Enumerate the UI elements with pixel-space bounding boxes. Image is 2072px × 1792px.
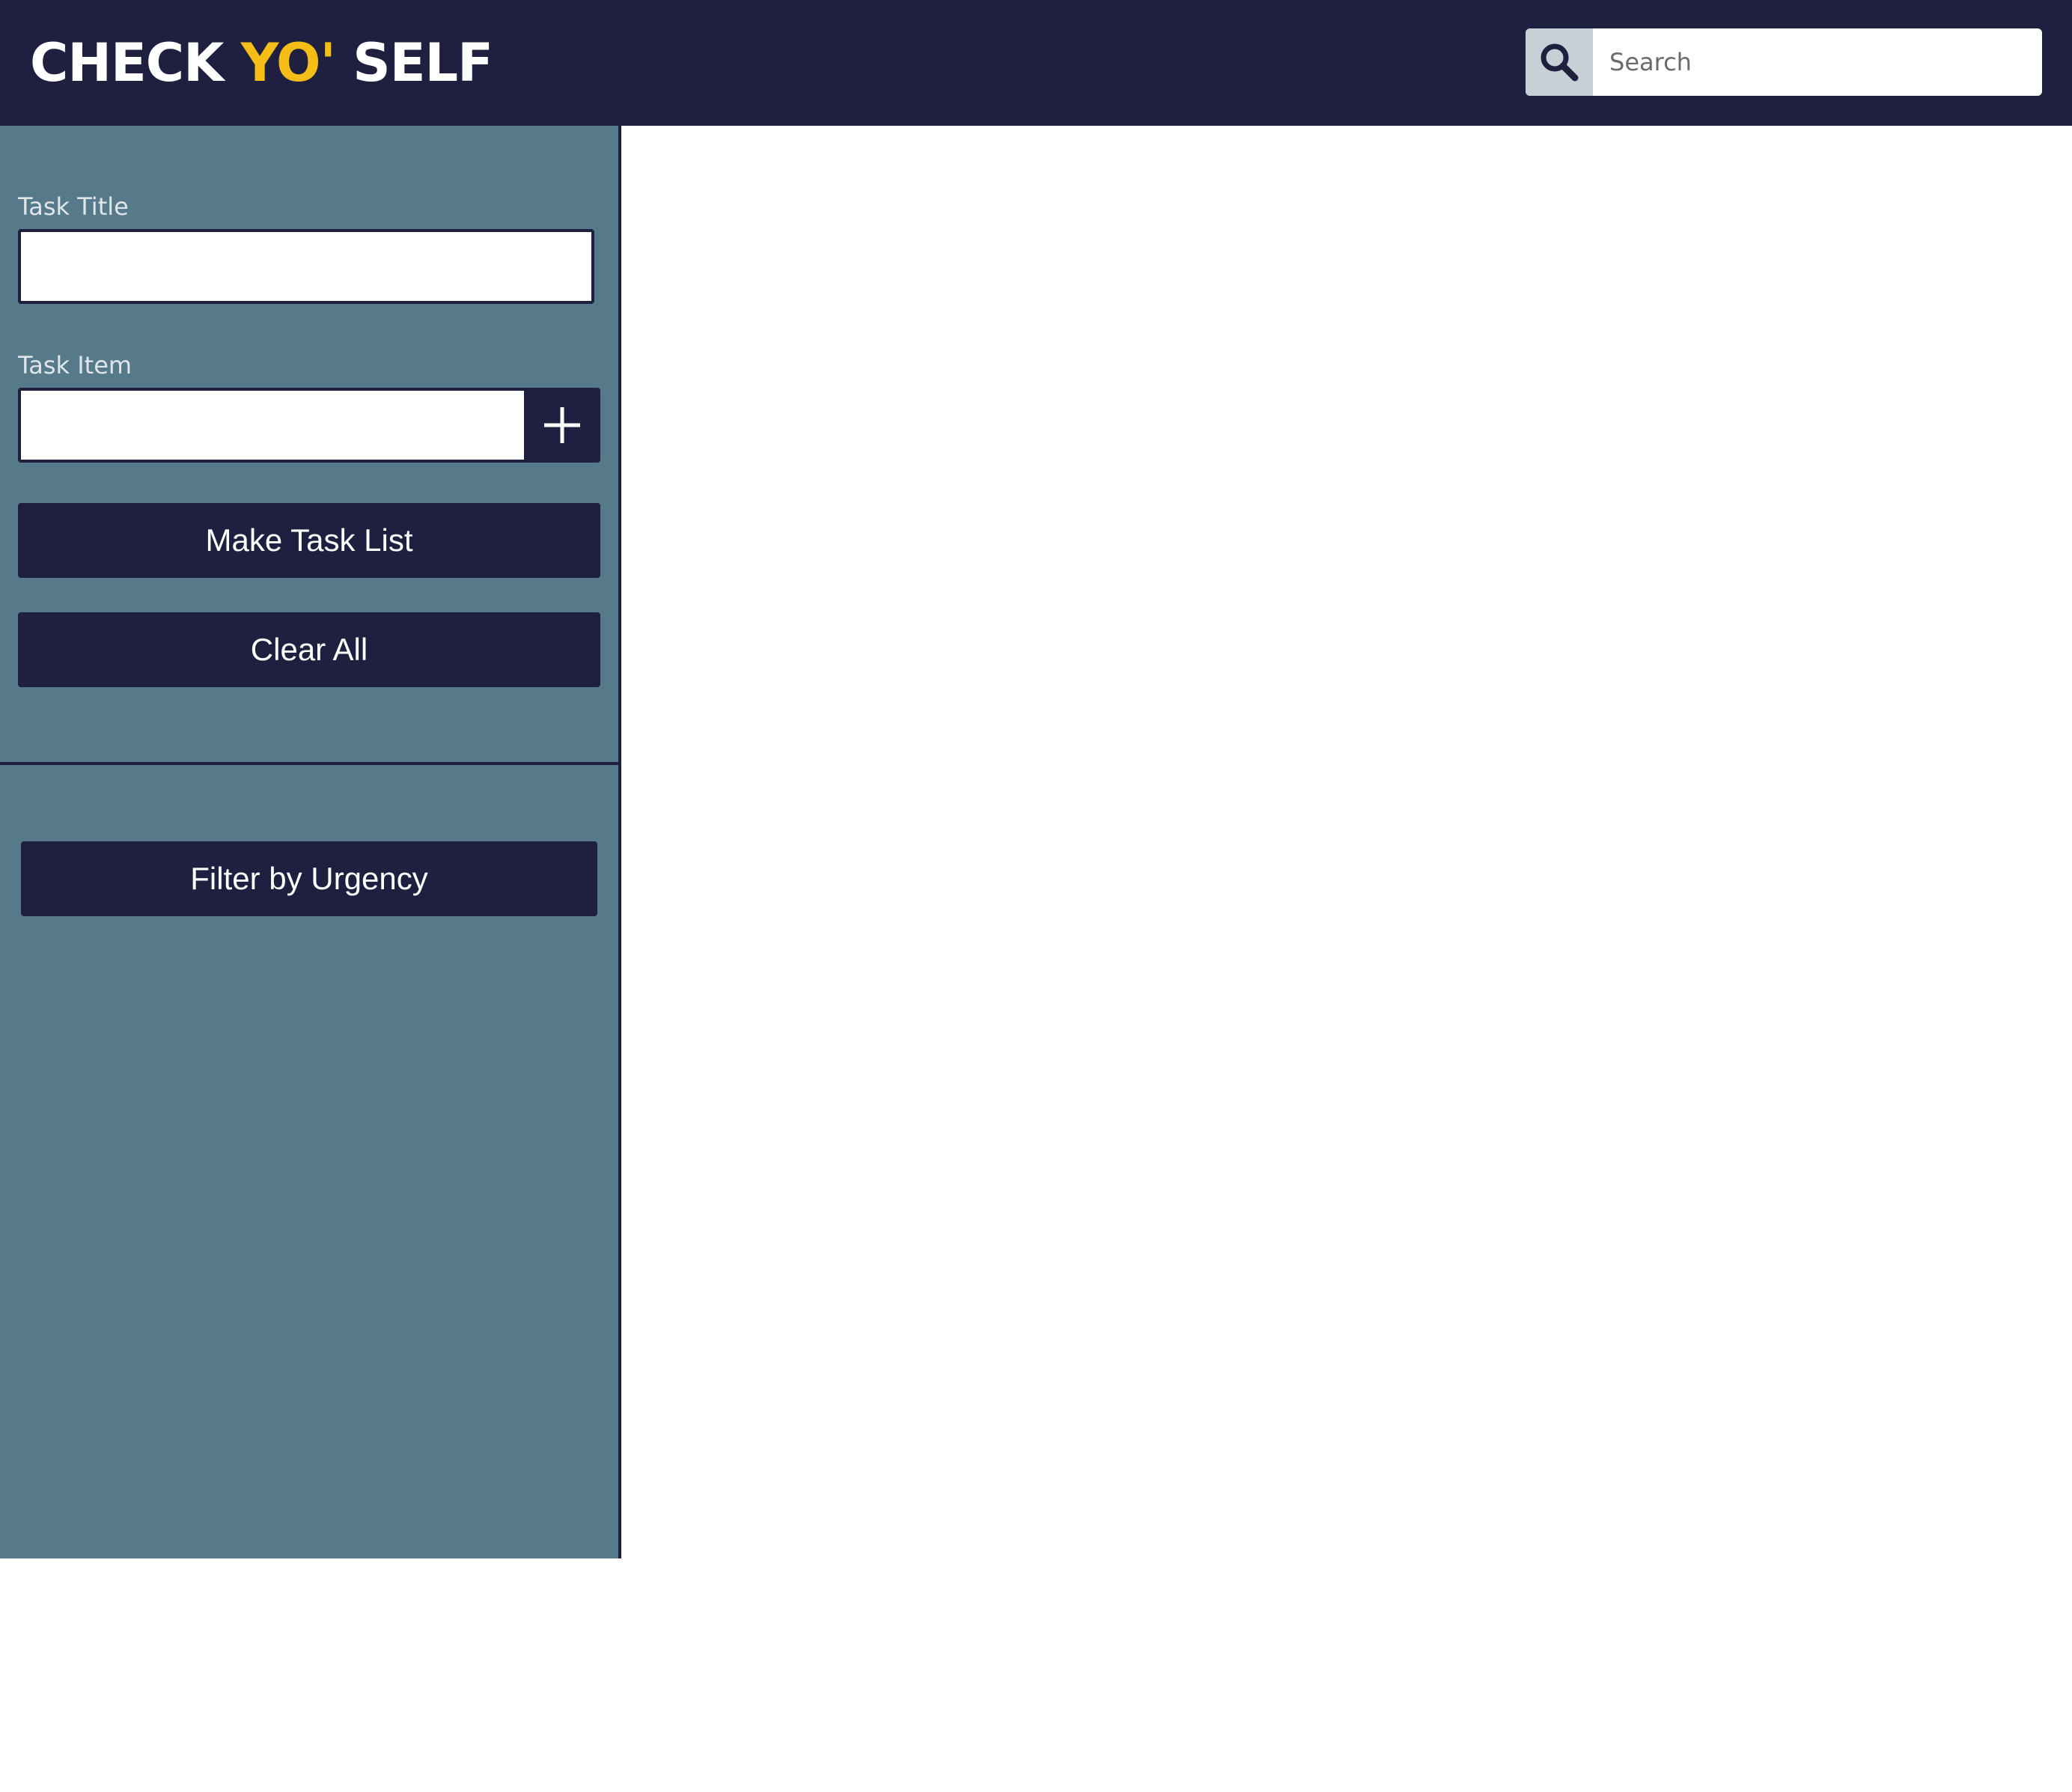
search-icon <box>1541 43 1579 82</box>
task-item-input[interactable] <box>18 388 527 463</box>
task-title-label: Task Title <box>18 192 129 221</box>
make-task-list-button[interactable]: Make Task List <box>18 503 600 578</box>
task-list-area <box>621 126 2072 1558</box>
add-task-item-button[interactable] <box>524 388 600 463</box>
app-header: CHECK YO' SELF <box>0 0 2072 126</box>
search-bar <box>1526 28 2042 96</box>
filter-by-urgency-button[interactable]: Filter by Urgency <box>21 841 597 916</box>
plus-icon <box>544 407 580 443</box>
logo-text-check: CHECK <box>30 32 241 94</box>
search-input[interactable] <box>1593 28 2042 96</box>
task-item-label: Task Item <box>18 351 132 380</box>
task-title-input[interactable] <box>18 229 594 304</box>
sidebar: Task Title Task Item Make Task List Clea… <box>0 126 621 1558</box>
logo-text-yo: YO' <box>240 32 336 94</box>
sidebar-divider <box>0 762 618 765</box>
clear-all-button[interactable]: Clear All <box>18 612 600 687</box>
search-button[interactable] <box>1526 28 1593 96</box>
app-logo: CHECK YO' SELF <box>30 28 493 97</box>
logo-text-self: SELF <box>335 32 493 94</box>
